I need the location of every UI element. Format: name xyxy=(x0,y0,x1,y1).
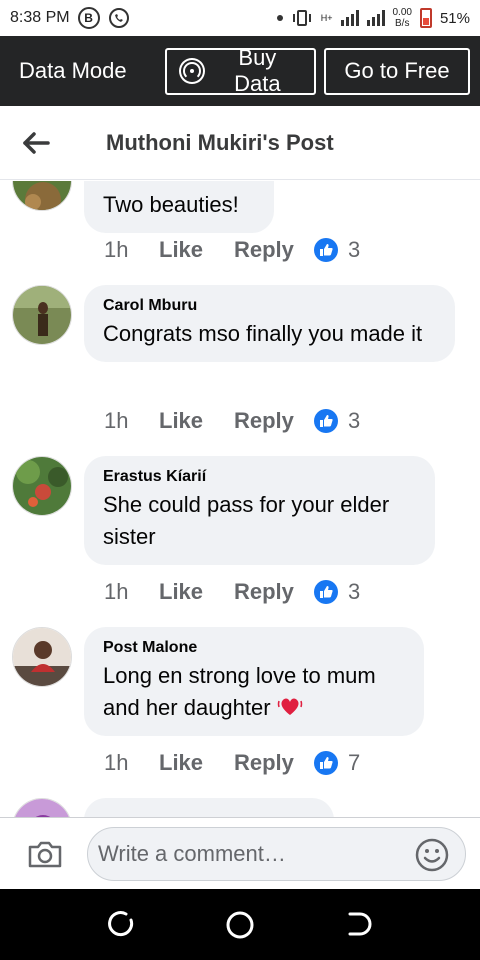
status-time: 8:38 PM xyxy=(10,9,70,26)
data-mode-label: Data Mode xyxy=(19,58,127,83)
comment-input-placeholder: Write a comment… xyxy=(98,841,286,866)
page-title: Muthoni Mukiri's Post xyxy=(106,129,334,155)
comment-bubble[interactable]: Erastus Kíarií She could pass for your e… xyxy=(84,456,435,565)
net-speed-unit: B/s xyxy=(395,18,410,29)
signal-strength-2-icon xyxy=(366,10,385,26)
comment-actions: 1h Like Reply 7 xyxy=(104,750,360,776)
beating-heart-icon xyxy=(277,698,302,715)
avatar[interactable] xyxy=(12,798,72,817)
thumbs-up-icon[interactable] xyxy=(314,751,338,775)
whatsapp-icon xyxy=(108,8,129,28)
back-arrow-icon[interactable] xyxy=(22,131,50,155)
comment-bubble[interactable]: Two beauties! xyxy=(84,181,274,233)
comment-time: 1h xyxy=(104,750,129,775)
reply-button[interactable]: Reply xyxy=(234,579,314,605)
comment-bubble[interactable]: Post Malone Long en strong love to mum a… xyxy=(84,627,424,736)
post-header: Muthoni Mukiri's Post xyxy=(0,106,480,180)
comments-list: Two beauties! 1h Like Reply 3 Carol Mbur… xyxy=(0,181,480,817)
emoji-icon[interactable] xyxy=(415,838,449,872)
system-nav-bar xyxy=(0,889,480,960)
thumbs-up-icon[interactable] xyxy=(314,580,338,604)
net-speed-value: 0.00 xyxy=(392,7,412,18)
comment-bubble[interactable]: Carol Mburu Congrats mso finally you mad… xyxy=(84,285,455,362)
avatar[interactable] xyxy=(12,627,72,687)
comment-author[interactable]: Erastus Kíarií xyxy=(103,468,415,486)
comment-text: Long en strong love to mum and her daugh… xyxy=(103,660,404,724)
comment-author[interactable]: Carol Mburu xyxy=(103,297,435,315)
signal-strength-icon xyxy=(340,10,359,26)
browser-icon: B xyxy=(77,7,100,29)
reaction-count: 3 xyxy=(348,408,361,433)
go-to-free-label: Go to Free xyxy=(344,58,450,83)
avatar[interactable] xyxy=(12,181,72,211)
net-speed: 0.00 B/s xyxy=(393,7,412,29)
reply-button[interactable]: Reply xyxy=(234,408,314,434)
buy-data-button[interactable]: Buy Data xyxy=(165,45,316,96)
comment-text: Congrats mso finally you made it xyxy=(103,321,423,346)
like-button[interactable]: Like xyxy=(159,237,234,263)
go-to-free-button[interactable]: Go to Free xyxy=(324,47,470,95)
reaction-count: 3 xyxy=(348,579,361,604)
like-button[interactable]: Like xyxy=(159,579,234,605)
comment-input[interactable]: Write a comment… xyxy=(87,827,466,881)
comment-composer: Write a comment… xyxy=(0,817,480,889)
thumbs-up-icon[interactable] xyxy=(314,409,338,433)
reply-button[interactable]: Reply xyxy=(234,237,314,263)
comment-time: 1h xyxy=(104,237,129,262)
comment-time: 1h xyxy=(104,579,129,604)
comment-actions: 1h Like Reply 3 xyxy=(104,579,360,605)
broadcast-icon xyxy=(179,58,205,84)
comment-bubble[interactable] xyxy=(84,798,334,817)
reaction-count: 7 xyxy=(348,750,361,775)
buy-data-label: Buy Data xyxy=(234,45,281,96)
comment-time: 1h xyxy=(104,408,129,433)
comment-actions: 1h Like Reply 3 xyxy=(104,408,360,434)
avatar[interactable] xyxy=(12,285,72,345)
network-type-label: H+ xyxy=(320,13,333,23)
home-icon[interactable] xyxy=(225,910,255,940)
battery-percent: 51% xyxy=(439,9,470,27)
status-bar: 8:38 PM B H+ 0.00 B/s 51% xyxy=(0,0,480,36)
like-button[interactable]: Like xyxy=(159,408,234,434)
comment-actions: 1h Like Reply 3 xyxy=(104,237,360,263)
thumbs-up-icon[interactable] xyxy=(314,238,338,262)
avatar[interactable] xyxy=(12,456,72,516)
data-mode-bar: Data Mode Buy Data Go to Free xyxy=(0,36,480,106)
notification-dot-icon xyxy=(276,15,283,21)
like-button[interactable]: Like xyxy=(159,750,234,776)
comment-text: Two beauties! xyxy=(103,192,239,217)
vibrate-icon xyxy=(292,10,311,26)
comment-text-content: Long en strong love to mum and her daugh… xyxy=(103,663,376,720)
camera-icon[interactable] xyxy=(27,839,63,869)
back-nav-icon[interactable] xyxy=(346,910,374,938)
comment-text: She could pass for your elder sister xyxy=(103,492,390,549)
reaction-count: 3 xyxy=(348,237,361,262)
comment-author[interactable]: Post Malone xyxy=(103,639,404,657)
reply-button[interactable]: Reply xyxy=(234,750,314,776)
recent-apps-icon[interactable] xyxy=(106,910,134,938)
battery-icon xyxy=(419,8,432,28)
